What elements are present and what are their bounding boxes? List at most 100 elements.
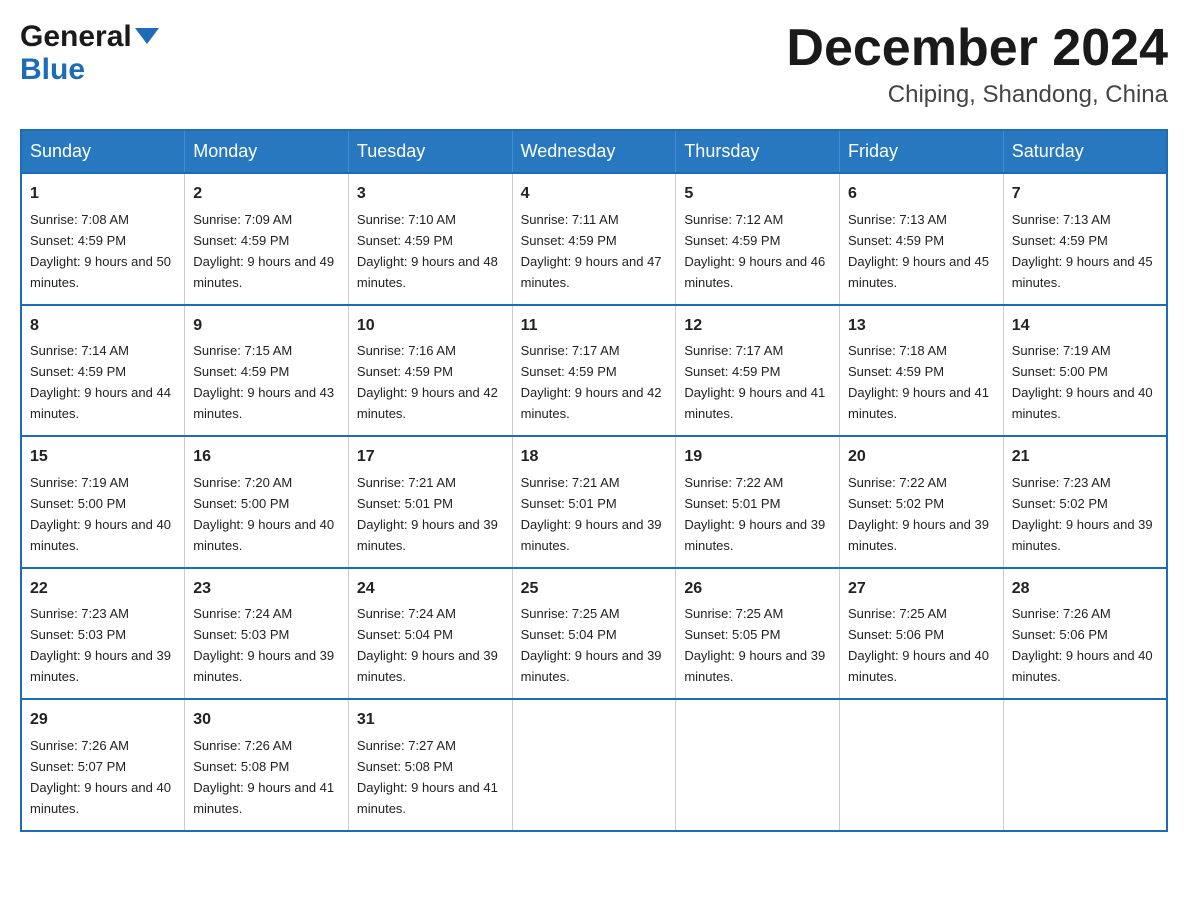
calendar-cell: 27 Sunrise: 7:25 AMSunset: 5:06 PMDaylig… — [840, 568, 1004, 699]
day-info: Sunrise: 7:27 AMSunset: 5:08 PMDaylight:… — [357, 738, 498, 816]
logo-line2: Blue — [20, 53, 159, 86]
day-number: 4 — [521, 182, 668, 207]
calendar-cell: 17 Sunrise: 7:21 AMSunset: 5:01 PMDaylig… — [348, 436, 512, 567]
day-number: 31 — [357, 708, 504, 733]
location-title: Chiping, Shandong, China — [786, 81, 1168, 109]
calendar-week-row: 29 Sunrise: 7:26 AMSunset: 5:07 PMDaylig… — [21, 699, 1167, 830]
header-friday: Friday — [840, 130, 1004, 173]
calendar-cell: 30 Sunrise: 7:26 AMSunset: 5:08 PMDaylig… — [185, 699, 349, 830]
day-number: 15 — [30, 445, 176, 470]
day-info: Sunrise: 7:19 AMSunset: 5:00 PMDaylight:… — [1012, 343, 1153, 421]
day-number: 26 — [684, 577, 831, 602]
weekday-header-row: Sunday Monday Tuesday Wednesday Thursday… — [21, 130, 1167, 173]
calendar-cell: 11 Sunrise: 7:17 AMSunset: 4:59 PMDaylig… — [512, 305, 676, 436]
day-info: Sunrise: 7:15 AMSunset: 4:59 PMDaylight:… — [193, 343, 334, 421]
day-number: 7 — [1012, 182, 1158, 207]
calendar-week-row: 15 Sunrise: 7:19 AMSunset: 5:00 PMDaylig… — [21, 436, 1167, 567]
day-info: Sunrise: 7:21 AMSunset: 5:01 PMDaylight:… — [521, 475, 662, 553]
day-number: 10 — [357, 314, 504, 339]
day-number: 16 — [193, 445, 340, 470]
day-info: Sunrise: 7:20 AMSunset: 5:00 PMDaylight:… — [193, 475, 334, 553]
day-number: 22 — [30, 577, 176, 602]
header-sunday: Sunday — [21, 130, 185, 173]
day-info: Sunrise: 7:16 AMSunset: 4:59 PMDaylight:… — [357, 343, 498, 421]
day-info: Sunrise: 7:14 AMSunset: 4:59 PMDaylight:… — [30, 343, 171, 421]
calendar-week-row: 8 Sunrise: 7:14 AMSunset: 4:59 PMDayligh… — [21, 305, 1167, 436]
page-header: General Blue December 2024 Chiping, Shan… — [20, 20, 1168, 109]
calendar-cell: 12 Sunrise: 7:17 AMSunset: 4:59 PMDaylig… — [676, 305, 840, 436]
calendar-cell: 16 Sunrise: 7:20 AMSunset: 5:00 PMDaylig… — [185, 436, 349, 567]
day-info: Sunrise: 7:22 AMSunset: 5:02 PMDaylight:… — [848, 475, 989, 553]
calendar-cell: 9 Sunrise: 7:15 AMSunset: 4:59 PMDayligh… — [185, 305, 349, 436]
calendar-cell: 8 Sunrise: 7:14 AMSunset: 4:59 PMDayligh… — [21, 305, 185, 436]
day-number: 23 — [193, 577, 340, 602]
day-number: 30 — [193, 708, 340, 733]
calendar-cell — [676, 699, 840, 830]
day-info: Sunrise: 7:26 AMSunset: 5:08 PMDaylight:… — [193, 738, 334, 816]
day-info: Sunrise: 7:24 AMSunset: 5:03 PMDaylight:… — [193, 606, 334, 684]
day-number: 8 — [30, 314, 176, 339]
day-info: Sunrise: 7:24 AMSunset: 5:04 PMDaylight:… — [357, 606, 498, 684]
calendar-cell: 15 Sunrise: 7:19 AMSunset: 5:00 PMDaylig… — [21, 436, 185, 567]
calendar-cell: 29 Sunrise: 7:26 AMSunset: 5:07 PMDaylig… — [21, 699, 185, 830]
day-number: 11 — [521, 314, 668, 339]
day-info: Sunrise: 7:09 AMSunset: 4:59 PMDaylight:… — [193, 212, 334, 290]
day-info: Sunrise: 7:13 AMSunset: 4:59 PMDaylight:… — [848, 212, 989, 290]
day-number: 25 — [521, 577, 668, 602]
day-number: 21 — [1012, 445, 1158, 470]
calendar-cell: 28 Sunrise: 7:26 AMSunset: 5:06 PMDaylig… — [1003, 568, 1167, 699]
calendar-cell: 21 Sunrise: 7:23 AMSunset: 5:02 PMDaylig… — [1003, 436, 1167, 567]
day-number: 1 — [30, 182, 176, 207]
calendar-week-row: 1 Sunrise: 7:08 AMSunset: 4:59 PMDayligh… — [21, 173, 1167, 304]
day-number: 3 — [357, 182, 504, 207]
day-number: 13 — [848, 314, 995, 339]
day-number: 9 — [193, 314, 340, 339]
calendar-cell: 3 Sunrise: 7:10 AMSunset: 4:59 PMDayligh… — [348, 173, 512, 304]
day-info: Sunrise: 7:13 AMSunset: 4:59 PMDaylight:… — [1012, 212, 1153, 290]
calendar-cell: 25 Sunrise: 7:25 AMSunset: 5:04 PMDaylig… — [512, 568, 676, 699]
day-info: Sunrise: 7:23 AMSunset: 5:02 PMDaylight:… — [1012, 475, 1153, 553]
day-number: 5 — [684, 182, 831, 207]
logo: General Blue — [20, 20, 159, 86]
calendar-table: Sunday Monday Tuesday Wednesday Thursday… — [20, 129, 1168, 831]
day-info: Sunrise: 7:25 AMSunset: 5:04 PMDaylight:… — [521, 606, 662, 684]
day-info: Sunrise: 7:19 AMSunset: 5:00 PMDaylight:… — [30, 475, 171, 553]
month-title-block: December 2024 Chiping, Shandong, China — [786, 20, 1168, 109]
calendar-cell: 13 Sunrise: 7:18 AMSunset: 4:59 PMDaylig… — [840, 305, 1004, 436]
header-saturday: Saturday — [1003, 130, 1167, 173]
day-info: Sunrise: 7:11 AMSunset: 4:59 PMDaylight:… — [521, 212, 662, 290]
day-number: 12 — [684, 314, 831, 339]
day-number: 27 — [848, 577, 995, 602]
calendar-cell: 26 Sunrise: 7:25 AMSunset: 5:05 PMDaylig… — [676, 568, 840, 699]
calendar-cell — [512, 699, 676, 830]
calendar-cell — [840, 699, 1004, 830]
day-info: Sunrise: 7:22 AMSunset: 5:01 PMDaylight:… — [684, 475, 825, 553]
day-info: Sunrise: 7:08 AMSunset: 4:59 PMDaylight:… — [30, 212, 171, 290]
day-info: Sunrise: 7:17 AMSunset: 4:59 PMDaylight:… — [684, 343, 825, 421]
calendar-cell: 5 Sunrise: 7:12 AMSunset: 4:59 PMDayligh… — [676, 173, 840, 304]
calendar-cell: 23 Sunrise: 7:24 AMSunset: 5:03 PMDaylig… — [185, 568, 349, 699]
calendar-cell: 10 Sunrise: 7:16 AMSunset: 4:59 PMDaylig… — [348, 305, 512, 436]
day-number: 2 — [193, 182, 340, 207]
day-info: Sunrise: 7:26 AMSunset: 5:06 PMDaylight:… — [1012, 606, 1153, 684]
calendar-cell: 4 Sunrise: 7:11 AMSunset: 4:59 PMDayligh… — [512, 173, 676, 304]
header-wednesday: Wednesday — [512, 130, 676, 173]
calendar-cell: 2 Sunrise: 7:09 AMSunset: 4:59 PMDayligh… — [185, 173, 349, 304]
day-number: 20 — [848, 445, 995, 470]
header-tuesday: Tuesday — [348, 130, 512, 173]
day-number: 18 — [521, 445, 668, 470]
calendar-week-row: 22 Sunrise: 7:23 AMSunset: 5:03 PMDaylig… — [21, 568, 1167, 699]
day-info: Sunrise: 7:21 AMSunset: 5:01 PMDaylight:… — [357, 475, 498, 553]
day-number: 6 — [848, 182, 995, 207]
calendar-cell — [1003, 699, 1167, 830]
day-number: 17 — [357, 445, 504, 470]
day-info: Sunrise: 7:17 AMSunset: 4:59 PMDaylight:… — [521, 343, 662, 421]
calendar-cell: 18 Sunrise: 7:21 AMSunset: 5:01 PMDaylig… — [512, 436, 676, 567]
calendar-cell: 1 Sunrise: 7:08 AMSunset: 4:59 PMDayligh… — [21, 173, 185, 304]
day-number: 19 — [684, 445, 831, 470]
header-monday: Monday — [185, 130, 349, 173]
day-info: Sunrise: 7:25 AMSunset: 5:06 PMDaylight:… — [848, 606, 989, 684]
calendar-cell: 31 Sunrise: 7:27 AMSunset: 5:08 PMDaylig… — [348, 699, 512, 830]
calendar-cell: 20 Sunrise: 7:22 AMSunset: 5:02 PMDaylig… — [840, 436, 1004, 567]
day-info: Sunrise: 7:26 AMSunset: 5:07 PMDaylight:… — [30, 738, 171, 816]
